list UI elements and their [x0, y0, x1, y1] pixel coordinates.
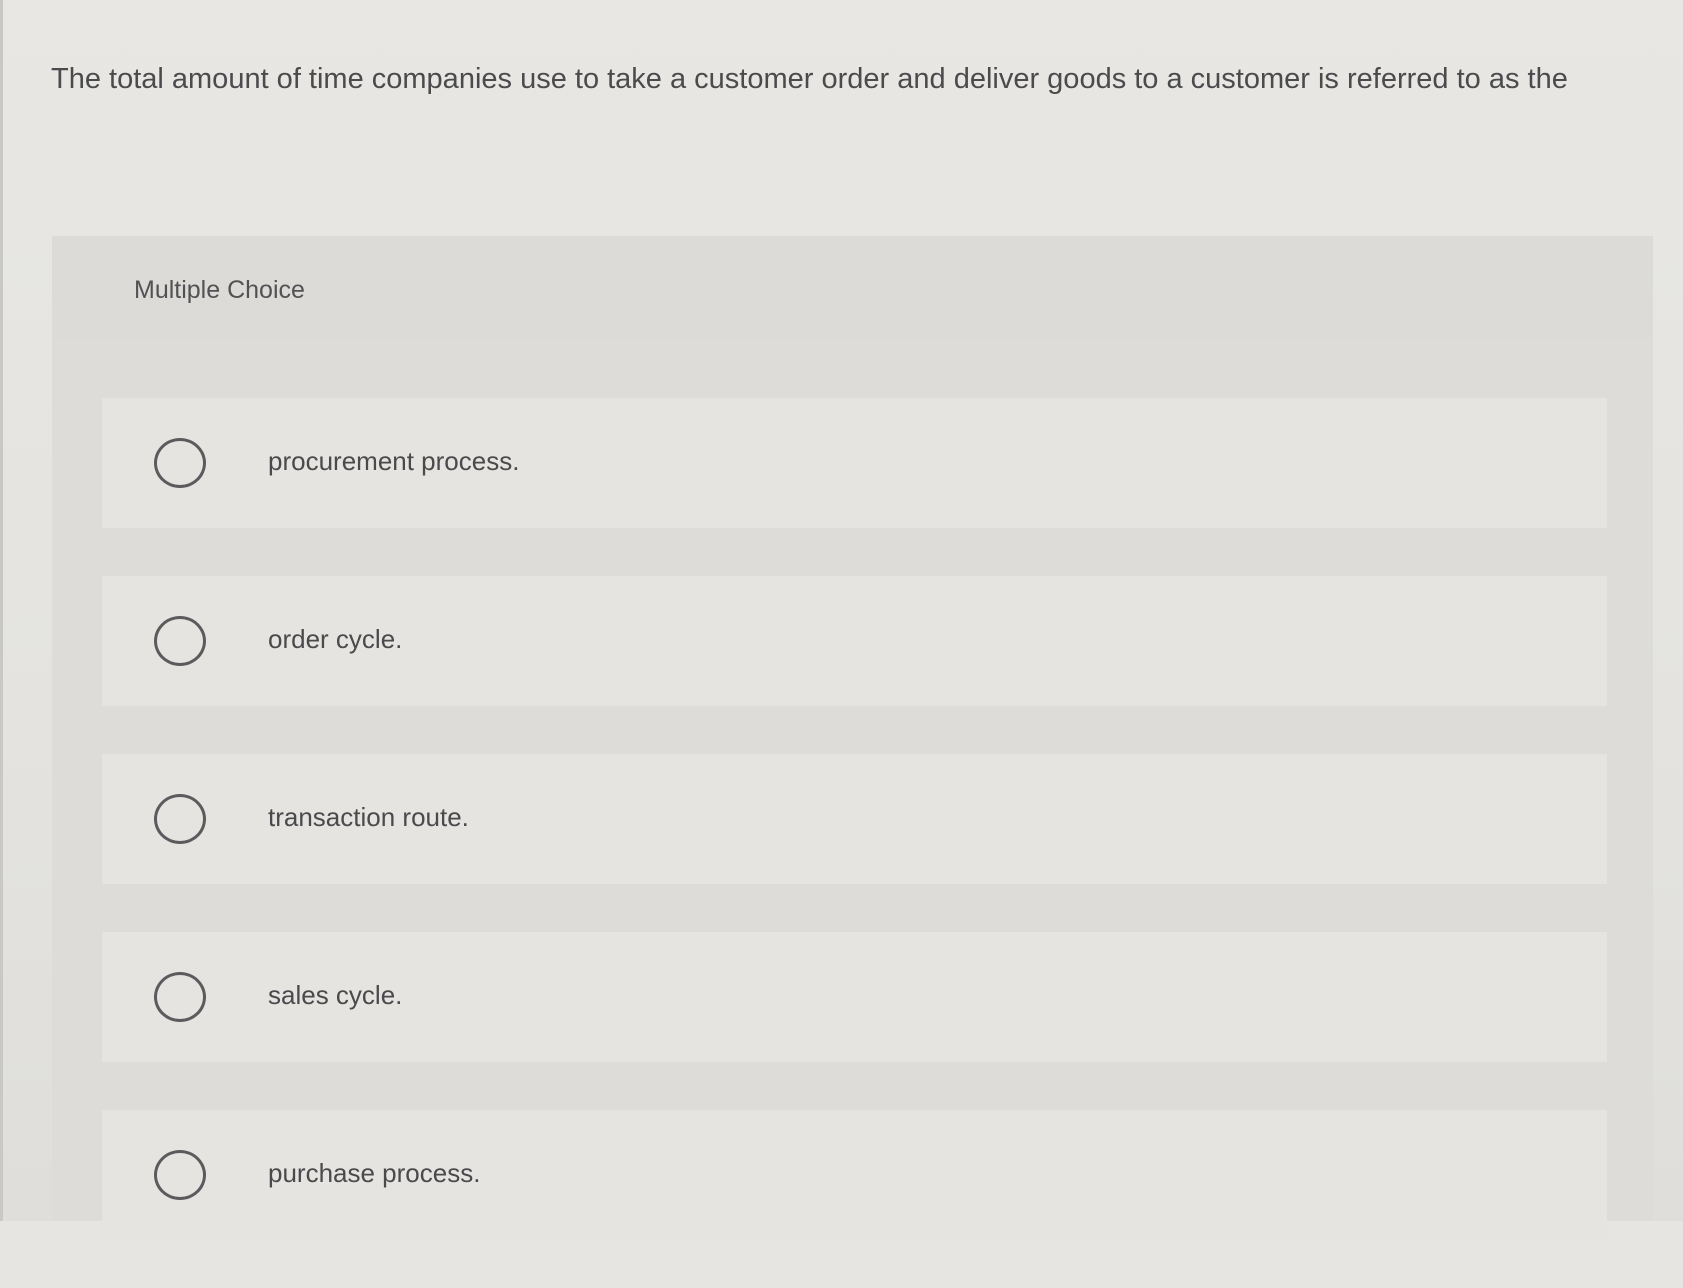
radio-button-icon[interactable]: [154, 616, 206, 666]
answer-option-sales-cycle[interactable]: sales cycle.: [102, 932, 1607, 1062]
quiz-page: The total amount of time companies use t…: [0, 0, 1683, 1240]
radio-button-icon[interactable]: [154, 438, 206, 488]
answer-option-label: procurement process.: [268, 446, 520, 476]
answer-option-label: transaction route.: [268, 802, 469, 832]
multiple-choice-title: Multiple Choice: [134, 276, 305, 304]
answer-option-label: sales cycle.: [268, 980, 403, 1010]
radio-button-icon[interactable]: [154, 794, 206, 844]
question-text: The total amount of time companies use t…: [51, 63, 1568, 95]
answer-option-label: purchase process.: [268, 1158, 481, 1188]
answer-option-order-cycle[interactable]: order cycle.: [102, 576, 1607, 706]
answer-option-procurement-process[interactable]: procurement process.: [102, 398, 1607, 528]
page-edge: [0, 0, 3, 1221]
answer-options: procurement process. order cycle. transa…: [102, 398, 1607, 1288]
answer-option-label: order cycle.: [268, 624, 403, 654]
radio-button-icon[interactable]: [154, 1150, 206, 1200]
multiple-choice-panel: Multiple Choice procurement process. ord…: [52, 236, 1653, 1240]
radio-button-icon[interactable]: [154, 972, 206, 1022]
multiple-choice-header: Multiple Choice: [52, 236, 1653, 338]
answer-option-transaction-route[interactable]: transaction route.: [102, 754, 1607, 884]
